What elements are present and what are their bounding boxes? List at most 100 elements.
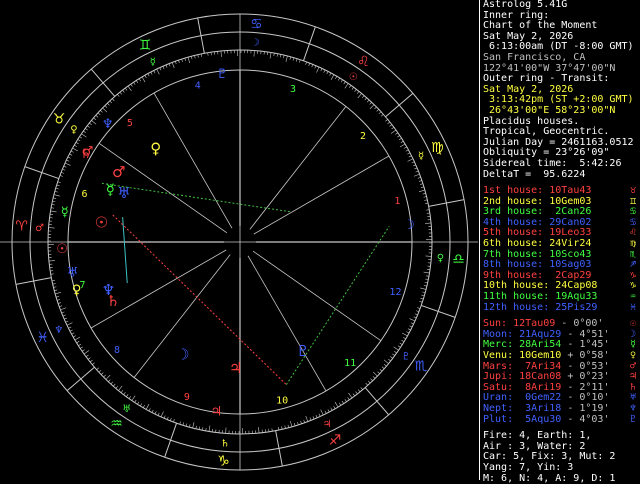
degree-tick [99, 370, 101, 372]
degree-tick [88, 358, 90, 360]
degree-tick [421, 295, 424, 296]
degree-tick [166, 65, 167, 68]
sign-boundary [303, 27, 315, 61]
degree-tick [173, 419, 174, 422]
house-cusp-text: 2nd house: [483, 196, 543, 207]
degree-tick [394, 351, 396, 353]
degree-tick [415, 314, 418, 315]
degree-tick [416, 171, 419, 172]
degree-tick [416, 311, 419, 312]
ruler-glyph-icon: ♄ [220, 438, 229, 449]
degree-tick [121, 390, 123, 392]
degree-tick [394, 347, 399, 350]
outer-planet-glyph-icon: ♄ [80, 147, 92, 162]
degree-tick [172, 62, 174, 68]
planet-label: Jupi: [483, 371, 513, 382]
degree-tick [316, 415, 317, 418]
house-number: 11 [344, 358, 356, 369]
degree-tick [280, 54, 281, 57]
house-cusp-value: 19Leo33 [549, 227, 591, 238]
degree-tick [198, 55, 199, 58]
degree-tick [397, 135, 399, 137]
degree-tick [51, 208, 54, 209]
aspect-line [113, 215, 287, 385]
degree-tick [352, 87, 354, 89]
degree-tick [388, 359, 390, 361]
degree-tick [345, 399, 347, 401]
degree-tick [145, 75, 146, 78]
sign-boundary [91, 69, 114, 96]
degree-tick [104, 375, 106, 377]
degree-tick [367, 100, 369, 102]
planet-glyph-icon: ♇ [630, 415, 636, 426]
degree-tick [319, 414, 320, 417]
degree-tick [154, 70, 155, 73]
degree-tick [321, 68, 322, 71]
degree-tick [183, 422, 184, 425]
degree-tick [379, 112, 381, 114]
planet-glyph-icon: ♆ [630, 404, 636, 415]
outer-planet-glyph-icon: ♇ [216, 67, 228, 82]
house-cusp-text: 5th house: [483, 227, 543, 238]
ruler-glyph-icon: ♅ [122, 404, 131, 415]
planet-glyph-icon: ♀ [630, 351, 636, 362]
degree-tick [67, 323, 72, 326]
degree-tick [60, 175, 63, 176]
degree-tick [117, 94, 119, 96]
house-cusp-text: 9th house: [483, 270, 543, 281]
degree-tick [53, 287, 56, 288]
planet-position-list: Sun: 12Tau09 - 0°00'☉Moon: 21Aqu29 - 4°5… [483, 319, 640, 425]
degree-tick [100, 110, 102, 112]
degree-tick [64, 318, 67, 319]
house-cusp-value: 10Tau43 [549, 185, 591, 196]
degree-tick [51, 274, 54, 275]
inner-planet-glyph-icon: ♆ [102, 281, 115, 299]
degree-tick [409, 156, 412, 157]
house-cusp-text: 3rd house: [483, 206, 543, 217]
degree-tick [53, 198, 56, 199]
planet-row: Plut: 5Aqu30 - 4°03'♇ [483, 415, 640, 426]
degree-tick [80, 137, 83, 139]
degree-tick [137, 402, 139, 405]
degree-tick [163, 66, 164, 69]
planet-value: 12Tau09 [513, 318, 555, 329]
degree-tick [65, 163, 70, 165]
degree-tick [82, 350, 84, 352]
ruler-glyph-icon: ♀ [437, 253, 444, 264]
degree-tick [77, 341, 80, 343]
house-number: 3 [290, 84, 296, 95]
degree-tick [72, 333, 75, 334]
degree-tick [306, 62, 307, 65]
degree-tick [294, 423, 295, 426]
quadrant-count: M: 6, N: 4, A: 9, D: 1 [483, 474, 640, 484]
degree-tick [63, 315, 66, 316]
degree-tick [377, 109, 379, 111]
planet-motion: - 2°11' [561, 382, 609, 393]
planet-value: 18Can08 [519, 371, 561, 382]
degree-tick [398, 346, 401, 348]
degree-tick [81, 134, 86, 137]
degree-tick [407, 153, 410, 154]
degree-tick [170, 418, 171, 421]
degree-tick [277, 54, 278, 57]
planet-label: Sun: [483, 318, 507, 329]
degree-tick [126, 394, 128, 396]
degree-tick [401, 340, 404, 342]
degree-tick [288, 425, 289, 428]
degree-tick [112, 99, 114, 101]
sign-boundary [67, 367, 94, 390]
ruler-glyph-icon: ♆ [54, 325, 63, 336]
degree-tick [188, 57, 190, 63]
degree-tick [315, 66, 316, 69]
degree-tick [92, 363, 94, 365]
house-number: 9 [184, 392, 190, 403]
house-number: 6 [82, 189, 88, 200]
degree-tick [62, 169, 65, 170]
degree-tick [330, 73, 331, 76]
degree-tick [56, 188, 59, 189]
ruler-glyph-icon: ♂ [35, 223, 44, 234]
chart-wheel: ♈♂♉♀♊☿♋☽♌☉♍☿♎♀♏♇♐♃♑♄♒♅♓♆123456789101112☉… [0, 0, 478, 480]
aspect-line [286, 226, 389, 384]
polarity-count: Yang: 7, Yin: 3 [483, 463, 640, 474]
degree-tick [419, 301, 422, 302]
